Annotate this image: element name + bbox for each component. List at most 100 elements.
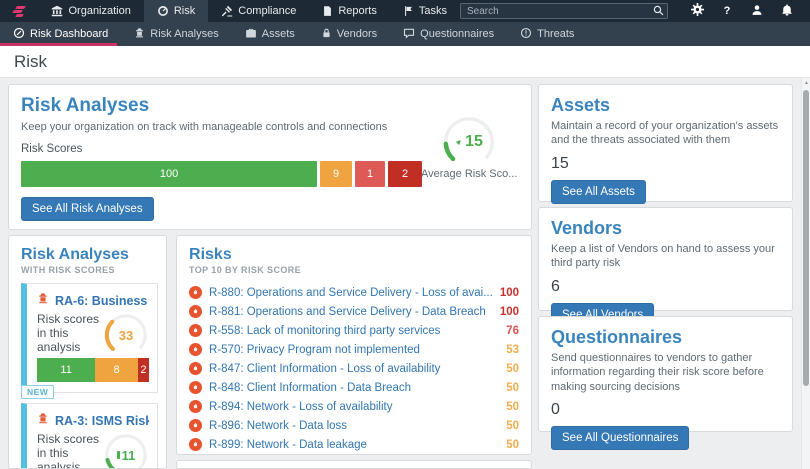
panel-subtitle: WITH RISK SCORES bbox=[21, 265, 115, 275]
risk-row: R-894: Network - Loss of availability 50 bbox=[189, 397, 519, 416]
panel-subtitle: TOP 10 BY RISK SCORE bbox=[189, 265, 302, 275]
risk-row: R-899: Network - Data leakage 50 bbox=[189, 435, 519, 454]
fire-icon bbox=[189, 381, 203, 394]
subnav-item-vendors[interactable]: Vendors bbox=[308, 22, 390, 46]
bar-segment-orange: 8 bbox=[95, 358, 138, 382]
see-all-assets-button[interactable]: See All Assets bbox=[551, 179, 646, 204]
help-button[interactable]: ? bbox=[712, 5, 742, 17]
chat-icon bbox=[403, 27, 415, 42]
subnav-item-risk-dashboard[interactable]: Risk Dashboard bbox=[0, 22, 121, 46]
risk-row: R-570: Privacy Program not implemented 5… bbox=[189, 340, 519, 359]
risk-link[interactable]: R-881: Operations and Service Delivery -… bbox=[209, 306, 493, 318]
analysis-link[interactable]: RA-3: ISMS Risk Analysis bbox=[55, 414, 149, 428]
risks-panel: Risks TOP 10 BY RISK SCORE R-880: Operat… bbox=[176, 235, 532, 455]
gauge-value: 33 bbox=[118, 327, 134, 343]
see-all-risk-analyses-button[interactable]: See All Risk Analyses bbox=[21, 197, 154, 222]
segment-value: 8 bbox=[113, 364, 120, 376]
dashboard-icon bbox=[13, 27, 25, 42]
risk-link[interactable]: R-880: Operations and Service Delivery -… bbox=[209, 287, 493, 299]
risk-score: 50 bbox=[506, 438, 519, 451]
subnav-item-risk-analyses[interactable]: Risk Analyses bbox=[121, 22, 231, 46]
risk-link[interactable]: R-896: Network - Data loss bbox=[209, 420, 499, 432]
vendors-count: 6 bbox=[551, 277, 560, 295]
risk-row: R-896: Network - Data loss 50 bbox=[189, 416, 519, 435]
notifications-button[interactable] bbox=[772, 3, 802, 19]
search-box bbox=[460, 3, 668, 19]
topnav-right: ? bbox=[460, 0, 810, 22]
right-column: Assets Maintain a record of your organiz… bbox=[538, 84, 793, 469]
subnav-item-assets[interactable]: Assets bbox=[232, 22, 308, 46]
top-navbar: Organization Risk Compliance Reports Tas… bbox=[0, 0, 810, 22]
page-header: Risk bbox=[0, 46, 810, 78]
analysis-link[interactable]: RA-6: Business Impact Analysis bbox=[55, 294, 149, 308]
fire-icon bbox=[189, 419, 203, 432]
nav-label: Risk bbox=[173, 5, 196, 17]
trend-bar-icon bbox=[116, 451, 120, 459]
risk-link[interactable]: R-899: Network - Data leakage bbox=[209, 439, 499, 451]
sub-navbar: Risk Dashboard Risk Analyses Assets Vend… bbox=[0, 22, 810, 46]
subnav-label: Risk Analyses bbox=[150, 28, 219, 40]
page-scrollbar[interactable]: ▲ bbox=[801, 78, 810, 469]
panel-description: Keep a list of Vendors on hand to assess… bbox=[551, 243, 775, 270]
risk-score: 50 bbox=[506, 400, 519, 413]
question-icon: ? bbox=[723, 5, 731, 17]
risk-score: 50 bbox=[506, 381, 519, 394]
subnav-label: Vendors bbox=[336, 28, 378, 40]
segment-value: 11 bbox=[60, 364, 72, 376]
bar-segment-green: 11 bbox=[37, 358, 96, 382]
subnav-label: Questionnaires bbox=[420, 28, 495, 40]
risk-link[interactable]: R-847: Client Information - Loss of avai… bbox=[209, 363, 499, 375]
segment-value: 2 bbox=[140, 364, 147, 376]
hydrant-icon bbox=[37, 292, 49, 310]
second-row: Risk Analyses WITH RISK SCORES RA-6: Bus… bbox=[8, 235, 532, 469]
panel-title: Assets bbox=[551, 95, 611, 115]
bar-segment-soft-red: 1 bbox=[355, 161, 386, 188]
risk-link[interactable]: R-570: Privacy Program not implemented bbox=[209, 344, 499, 356]
scrollbar-up-arrow[interactable]: ▲ bbox=[803, 80, 810, 86]
risk-row: R-848: Client Information - Data Breach … bbox=[189, 378, 519, 397]
scrollbar-thumb[interactable] bbox=[803, 90, 809, 386]
trend-up-icon: ▲ bbox=[453, 135, 466, 148]
vendors-panel: Vendors Keep a list of Vendors on hand t… bbox=[538, 207, 793, 327]
analysis-gauge: 11 bbox=[103, 432, 149, 468]
analysis-item-ra6: RA-6: Business Impact Analysis Risk scor… bbox=[21, 283, 159, 399]
risk-row: R-847: Client Information - Loss of avai… bbox=[189, 359, 519, 378]
panel-title: Risks bbox=[189, 246, 232, 263]
nav-item-reports[interactable]: Reports bbox=[309, 0, 390, 22]
nav-item-risk[interactable]: Risk bbox=[143, 0, 209, 22]
fire-icon bbox=[189, 400, 203, 413]
page-title: Risk bbox=[14, 51, 48, 71]
account-button[interactable] bbox=[742, 4, 772, 19]
subnav-item-threats[interactable]: Threats bbox=[507, 22, 587, 46]
brand-logo[interactable] bbox=[0, 0, 38, 22]
risk-row: R-558: Lack of monitoring third party se… bbox=[189, 321, 519, 340]
nav-item-organization[interactable]: Organization bbox=[38, 0, 143, 22]
risk-row: R-881: Operations and Service Delivery -… bbox=[189, 302, 519, 321]
new-badge: NEW bbox=[21, 385, 55, 399]
flag-icon bbox=[403, 5, 414, 17]
left-column: Risk Analyses Keep your organization on … bbox=[8, 84, 532, 469]
risk-score: 50 bbox=[506, 419, 519, 432]
search-input[interactable] bbox=[460, 3, 668, 19]
nav-item-compliance[interactable]: Compliance bbox=[208, 0, 309, 22]
risk-link[interactable]: R-558: Lack of monitoring third party se… bbox=[209, 325, 499, 337]
subnav-item-questionnaires[interactable]: Questionnaires bbox=[390, 22, 507, 46]
bar-segment-green: 100 bbox=[21, 161, 318, 188]
segment-value: 100 bbox=[159, 168, 179, 181]
fire-icon bbox=[189, 438, 203, 451]
search-icon[interactable] bbox=[653, 5, 664, 19]
risk-link[interactable]: R-848: Client Information - Data Breach bbox=[209, 382, 499, 394]
see-all-questionnaires-button[interactable]: See All Questionnaires bbox=[551, 425, 690, 450]
subnav-label: Assets bbox=[261, 28, 295, 40]
panel-title: Vendors bbox=[551, 218, 623, 238]
questionnaires-panel: Questionnaires Send questionnaires to ve… bbox=[538, 316, 793, 450]
risk-link[interactable]: R-894: Network - Loss of availability bbox=[209, 401, 499, 413]
settings-button[interactable] bbox=[682, 3, 712, 19]
fire-icon bbox=[189, 324, 203, 337]
main-content: Risk Analyses Keep your organization on … bbox=[0, 78, 810, 469]
gauge-value: 15 bbox=[465, 133, 483, 150]
subnav-label: Risk Dashboard bbox=[30, 28, 109, 40]
fire-icon bbox=[189, 286, 203, 299]
briefcase-icon bbox=[245, 27, 257, 42]
nav-item-tasks[interactable]: Tasks bbox=[390, 0, 460, 22]
